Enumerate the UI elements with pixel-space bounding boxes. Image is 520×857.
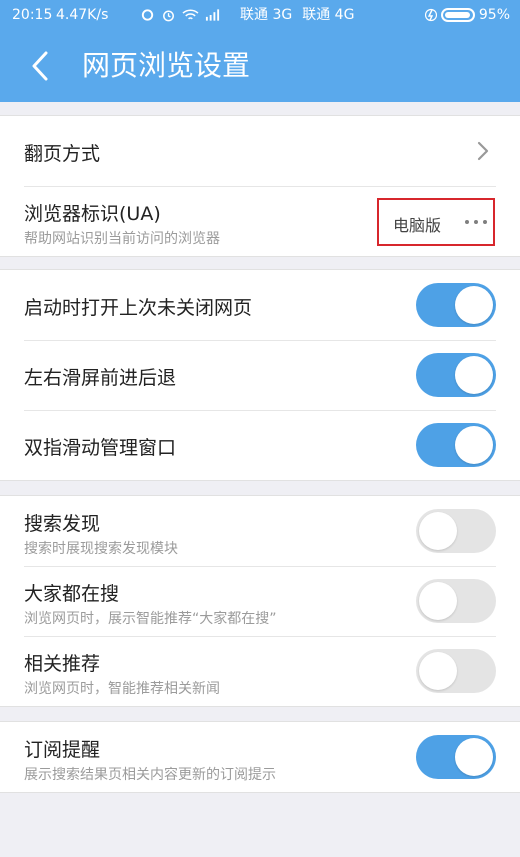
restore-tabs-toggle[interactable] bbox=[416, 283, 496, 327]
subscription-subtitle: 展示搜索结果页相关内容更新的订阅提示 bbox=[24, 767, 276, 783]
section-page-settings: 翻页方式 浏览器标识(UA) 帮助网站识别当前访问的浏览器 电脑版 bbox=[0, 115, 520, 257]
more-dots-icon bbox=[465, 220, 487, 224]
ua-subtitle: 帮助网站识别当前访问的浏览器 bbox=[24, 231, 220, 247]
battery-fill bbox=[444, 12, 470, 18]
charging-icon bbox=[424, 8, 437, 22]
back-arrow-icon bbox=[32, 51, 48, 81]
related-toggle[interactable] bbox=[416, 649, 496, 693]
restore-tabs-label: 启动时打开上次未关闭网页 bbox=[24, 297, 253, 319]
page-mode-label: 翻页方式 bbox=[24, 143, 101, 165]
search-discover-row[interactable]: 搜索发现 搜索时展现搜索发现模块 bbox=[0, 496, 520, 566]
restore-tabs-row[interactable]: 启动时打开上次未关闭网页 bbox=[0, 270, 520, 340]
toggle-knob bbox=[419, 652, 457, 690]
status-icons bbox=[140, 0, 220, 30]
wifi-icon bbox=[182, 9, 199, 20]
page-mode-row[interactable]: 翻页方式 bbox=[0, 116, 520, 186]
swipe-nav-row[interactable]: 左右滑屏前进后退 bbox=[0, 340, 520, 410]
toggle-knob bbox=[455, 426, 493, 464]
alarm-icon bbox=[163, 10, 174, 22]
subscription-row[interactable]: 订阅提醒 展示搜索结果页相关内容更新的订阅提示 bbox=[0, 722, 520, 792]
ua-row[interactable]: 浏览器标识(UA) 帮助网站识别当前访问的浏览器 电脑版 bbox=[0, 186, 520, 256]
section-gestures: 启动时打开上次未关闭网页 左右滑屏前进后退 双指滑动管理窗口 bbox=[0, 269, 520, 481]
app-header: 20:15 4.47K/s 联通 3G 联通 4G 95% 网页浏览设置 bbox=[0, 0, 520, 102]
two-finger-toggle[interactable] bbox=[416, 423, 496, 467]
battery-area: 95% bbox=[424, 0, 510, 30]
battery-icon bbox=[440, 8, 475, 22]
carrier-1: 联通 3G bbox=[240, 7, 293, 23]
subscription-toggle[interactable] bbox=[416, 735, 496, 779]
toggle-knob bbox=[455, 356, 493, 394]
ua-value: 电脑版 bbox=[393, 216, 442, 235]
ua-label: 浏览器标识(UA) bbox=[24, 203, 161, 225]
ua-value-selector[interactable]: 电脑版 bbox=[377, 198, 495, 246]
gear-icon bbox=[141, 9, 154, 21]
toggle-knob bbox=[419, 512, 457, 550]
toggle-knob bbox=[419, 582, 457, 620]
two-finger-label: 双指滑动管理窗口 bbox=[24, 437, 177, 459]
swipe-nav-label: 左右滑屏前进后退 bbox=[24, 367, 177, 389]
everyone-search-row[interactable]: 大家都在搜 浏览网页时，展示智能推荐“大家都在搜” bbox=[0, 566, 520, 636]
related-row[interactable]: 相关推荐 浏览网页时，智能推荐相关新闻 bbox=[0, 636, 520, 706]
signal-icon bbox=[205, 9, 220, 21]
page-title: 网页浏览设置 bbox=[82, 49, 251, 82]
subscription-label: 订阅提醒 bbox=[24, 739, 101, 761]
back-button[interactable] bbox=[18, 44, 62, 88]
everyone-search-subtitle: 浏览网页时，展示智能推荐“大家都在搜” bbox=[24, 611, 277, 627]
related-label: 相关推荐 bbox=[24, 653, 101, 675]
everyone-search-toggle[interactable] bbox=[416, 579, 496, 623]
status-bar: 20:15 4.47K/s 联通 3G 联通 4G 95% bbox=[0, 0, 520, 30]
search-discover-subtitle: 搜索时展现搜索发现模块 bbox=[24, 541, 178, 557]
battery-percent: 95% bbox=[478, 7, 510, 23]
carrier-info: 联通 3G 联通 4G bbox=[240, 0, 354, 30]
network-speed: 4.47K/s bbox=[56, 7, 109, 23]
related-subtitle: 浏览网页时，智能推荐相关新闻 bbox=[24, 681, 220, 697]
section-subscription: 订阅提醒 展示搜索结果页相关内容更新的订阅提示 bbox=[0, 721, 520, 793]
search-discover-label: 搜索发现 bbox=[24, 513, 101, 535]
section-recommendations: 搜索发现 搜索时展现搜索发现模块 大家都在搜 浏览网页时，展示智能推荐“大家都在… bbox=[0, 495, 520, 707]
status-time: 20:15 bbox=[12, 7, 53, 23]
swipe-nav-toggle[interactable] bbox=[416, 353, 496, 397]
toggle-knob bbox=[455, 286, 493, 324]
everyone-search-label: 大家都在搜 bbox=[24, 583, 120, 605]
chevron-right-icon bbox=[477, 141, 489, 161]
search-discover-toggle[interactable] bbox=[416, 509, 496, 553]
carrier-2: 联通 4G bbox=[302, 7, 355, 23]
two-finger-row[interactable]: 双指滑动管理窗口 bbox=[0, 410, 520, 480]
toggle-knob bbox=[455, 738, 493, 776]
top-bar: 网页浏览设置 bbox=[0, 30, 520, 102]
